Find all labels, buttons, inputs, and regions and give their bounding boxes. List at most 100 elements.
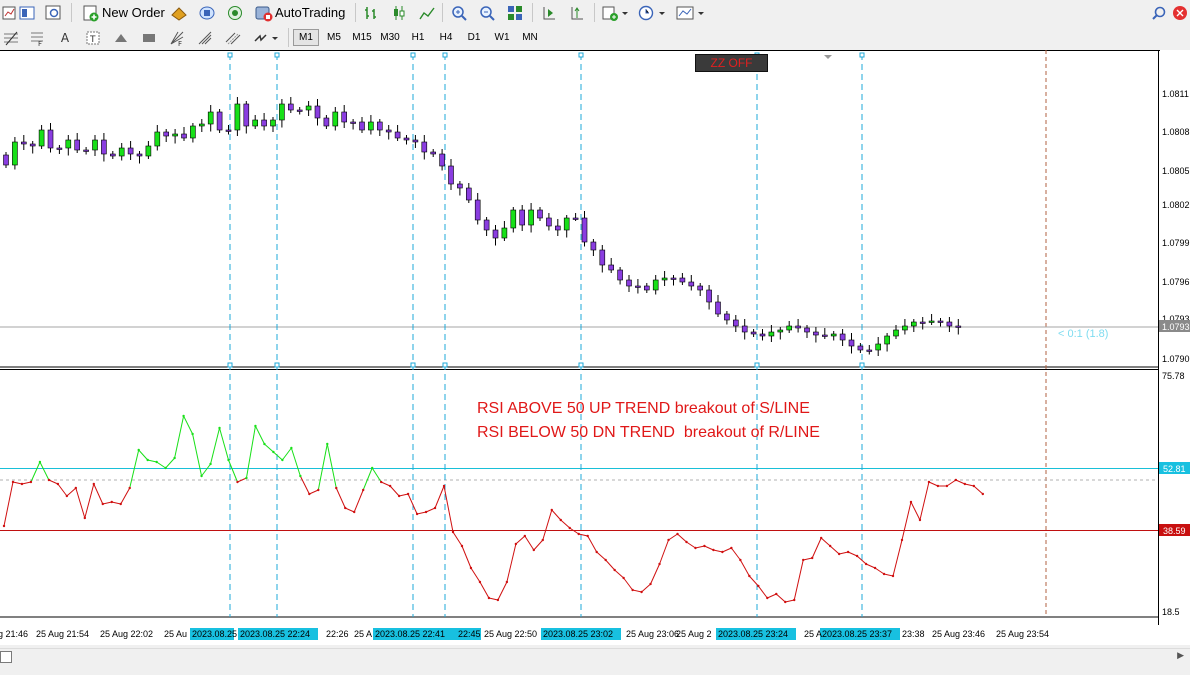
candlestick-icon[interactable] [390,3,408,22]
time-label-11: 25 A [804,629,822,639]
channel-tool-icon[interactable] [224,28,242,47]
rsi-lower-level-label: 38.59 [1163,526,1186,536]
rsi-segment-30 [264,443,274,453]
rsi-point-37 [326,442,329,446]
profiles-icon[interactable] [18,3,36,22]
candle-body-37 [323,117,330,127]
rsi-point-29 [254,424,257,428]
rsi-segment-22 [192,433,203,477]
rsi-segment-25 [219,427,229,461]
zoom-in-icon[interactable] [450,3,468,22]
market-watch-icon[interactable] [170,3,188,22]
autotrading-button[interactable]: AutoTrading [275,3,345,22]
chart-canvas[interactable]: 1.0811 1.0808 1.0805 1.0802 1.0799 1.079… [0,50,1190,645]
chart-window[interactable]: 1.0811 1.0808 1.0805 1.0802 1.0799 1.079… [0,50,1190,645]
timeframe-mn[interactable]: MN [517,29,543,46]
timeframe-m5[interactable]: M5 [321,29,347,46]
bar-chart-icon[interactable] [362,3,380,22]
text-tool-icon[interactable]: A [56,28,74,47]
community-icon[interactable] [1171,3,1189,22]
timeframe-h4[interactable]: H4 [433,29,459,46]
line-chart-icon[interactable] [418,3,436,22]
rsi-point-51 [451,530,455,534]
rsi-segment-70 [623,577,634,591]
rsi-segment-1 [3,481,14,527]
rsi-point-28 [245,476,248,480]
time-label-9: 25 Aug 23:06 [626,629,679,639]
rsi-point-27 [236,480,239,484]
data-window-icon[interactable] [198,3,216,22]
candle-body-97 [857,345,864,351]
rsi-point-70 [622,576,625,580]
rsi-point-87 [775,592,778,596]
rsi-scale-bottom: 18.5 [1162,607,1180,617]
timeframe-m1[interactable]: M1 [293,29,319,46]
timeframe-m15[interactable]: M15 [349,29,375,46]
vertical-marker-bottom-handle-2 [274,362,280,368]
new-order-icon[interactable] [82,3,100,22]
rsi-segment-99 [883,573,894,577]
periods-clock-icon[interactable] [638,3,668,22]
rsi-point-107 [954,478,958,482]
rsi-point-85 [757,584,760,588]
autotrading-icon[interactable] [254,3,274,22]
candle-body-96 [848,339,855,347]
navigator-icon[interactable] [226,3,244,22]
text-label-icon[interactable]: T [84,28,102,47]
auto-scroll-icon[interactable] [540,3,558,22]
candle-body-82 [724,313,730,321]
arrows-dropdown-icon[interactable] [252,28,282,47]
timeframe-h1[interactable]: H1 [405,29,431,46]
rsi-segment-14 [120,487,131,505]
rectangle-tool-icon[interactable] [140,28,158,47]
rsi-segment-32 [281,447,292,461]
rsi-point-109 [972,484,976,488]
search-icon[interactable] [1151,3,1167,22]
new-order-button[interactable]: New Order [102,3,165,22]
candle-body-8 [65,139,72,149]
rsi-segment-17 [147,459,157,463]
templates-icon[interactable] [676,3,706,22]
scroll-right-arrow-icon[interactable]: ▶ [1177,651,1184,661]
rsi-point-14 [119,502,122,506]
annotation-line-2: RSI BELOW 50 DN TREND breakout of R/LINE [477,424,820,441]
candle-body-103 [910,321,917,327]
rsi-segment-58 [515,535,526,545]
rsi-segment-61 [542,509,553,541]
candle-body-17 [145,145,152,157]
new-chart-icon[interactable] [2,3,16,22]
rsi-segment-55 [488,597,499,601]
candle-body-47 [412,139,419,143]
gann-fan-icon[interactable]: F [168,28,186,47]
triangle-tool-icon[interactable] [112,28,130,47]
rsi-point-9 [74,486,78,490]
zz-toggle-button[interactable]: ZZ OFF [695,54,768,72]
zoom-chart-icon[interactable] [44,3,64,22]
horizontal-scrollbar[interactable]: ▶ [0,648,1190,665]
fibonacci-fan-icon[interactable]: F [28,28,46,47]
timeframe-d1[interactable]: D1 [461,29,487,46]
candle-body-95 [839,333,846,341]
zoom-out-icon[interactable] [478,3,496,22]
timeframe-w1[interactable]: W1 [489,29,515,46]
rsi-segment-68 [605,559,616,571]
pitchfork-icon[interactable] [196,28,214,47]
rsi-segment-31 [273,451,283,461]
rsi-segment-18 [156,461,166,469]
rsi-point-12 [101,502,104,506]
svg-text:F: F [38,40,42,46]
rsi-segment-47 [416,511,427,515]
candle-body-81 [715,301,721,315]
fibonacci-grid-icon[interactable] [2,28,20,47]
scrollbar-thumb[interactable] [0,651,12,663]
timeframe-m30[interactable]: M30 [377,29,403,46]
rsi-segment-66 [587,535,598,553]
tile-windows-icon[interactable] [506,3,524,22]
rsi-point-38 [335,486,338,490]
candle-body-39 [341,111,348,123]
candle-body-12 [101,139,107,155]
indicators-dropdown-icon[interactable] [602,3,630,22]
vertical-marker-bottom-handle-5 [578,362,584,368]
chart-shift-icon[interactable] [568,3,586,22]
rsi-segment-35 [309,489,319,495]
